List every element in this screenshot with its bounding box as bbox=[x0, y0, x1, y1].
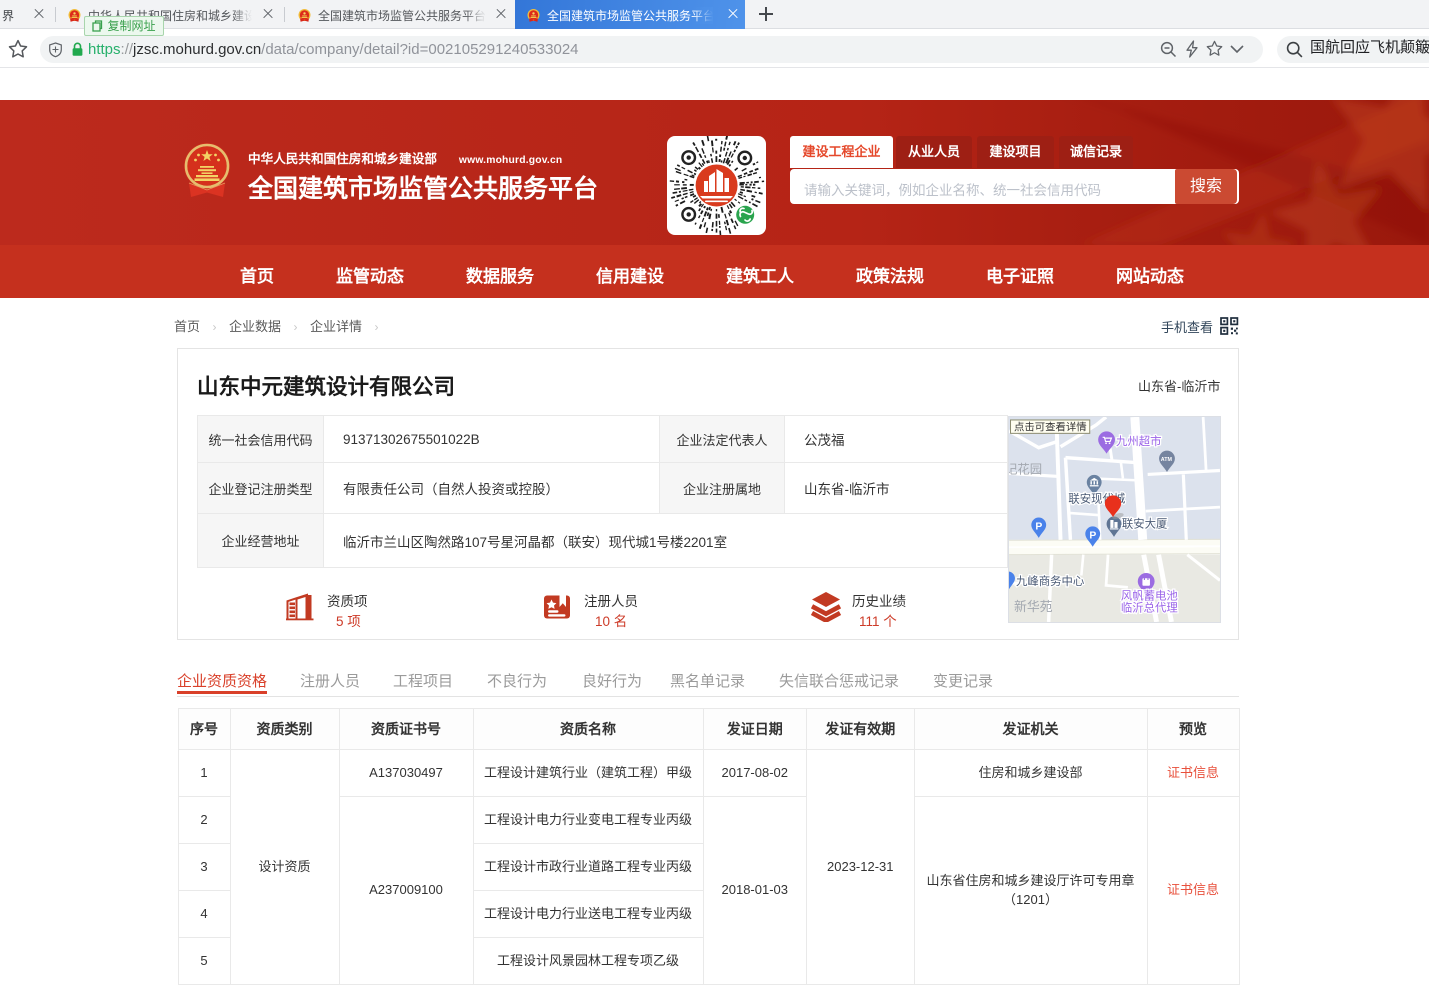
svg-text:九州超市: 九州超市 bbox=[1116, 434, 1162, 448]
svg-text:P: P bbox=[1089, 530, 1096, 541]
svg-text:九峰商务中心: 九峰商务中心 bbox=[1016, 574, 1084, 588]
svg-text:记花园: 记花园 bbox=[1008, 461, 1042, 476]
svg-text:ATM: ATM bbox=[1161, 457, 1173, 463]
svg-text:风帆蓄电池: 风帆蓄电池 bbox=[1121, 589, 1178, 603]
svg-text:点击可查看详情: 点击可查看详情 bbox=[1014, 420, 1087, 433]
svg-text:联安大厦: 联安大厦 bbox=[1122, 516, 1168, 530]
svg-text:临沂总代理: 临沂总代理 bbox=[1121, 601, 1178, 615]
svg-text:新华苑: 新华苑 bbox=[1014, 599, 1053, 614]
svg-text:P: P bbox=[1035, 521, 1042, 532]
